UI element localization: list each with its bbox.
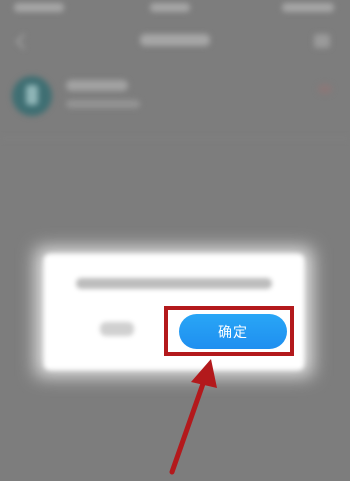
list-item-subtitle <box>66 100 140 108</box>
status-carrier <box>14 3 64 12</box>
page-title <box>140 34 210 46</box>
arrow-shaft <box>169 375 208 475</box>
divider <box>0 138 350 139</box>
status-time <box>150 3 190 12</box>
back-icon[interactable] <box>15 33 32 50</box>
avatar-glyph-icon <box>26 85 38 105</box>
status-icons <box>282 3 334 12</box>
list-item-title <box>66 80 128 91</box>
cancel-button[interactable] <box>100 322 134 336</box>
unread-badge <box>318 84 332 94</box>
avatar <box>12 76 52 116</box>
settings-icon[interactable] <box>314 34 330 48</box>
list-item[interactable] <box>0 66 350 132</box>
nav-bar <box>0 26 350 60</box>
confirm-button[interactable]: 确定 <box>179 314 287 349</box>
dialog-message <box>76 278 272 289</box>
status-bar <box>0 0 350 22</box>
